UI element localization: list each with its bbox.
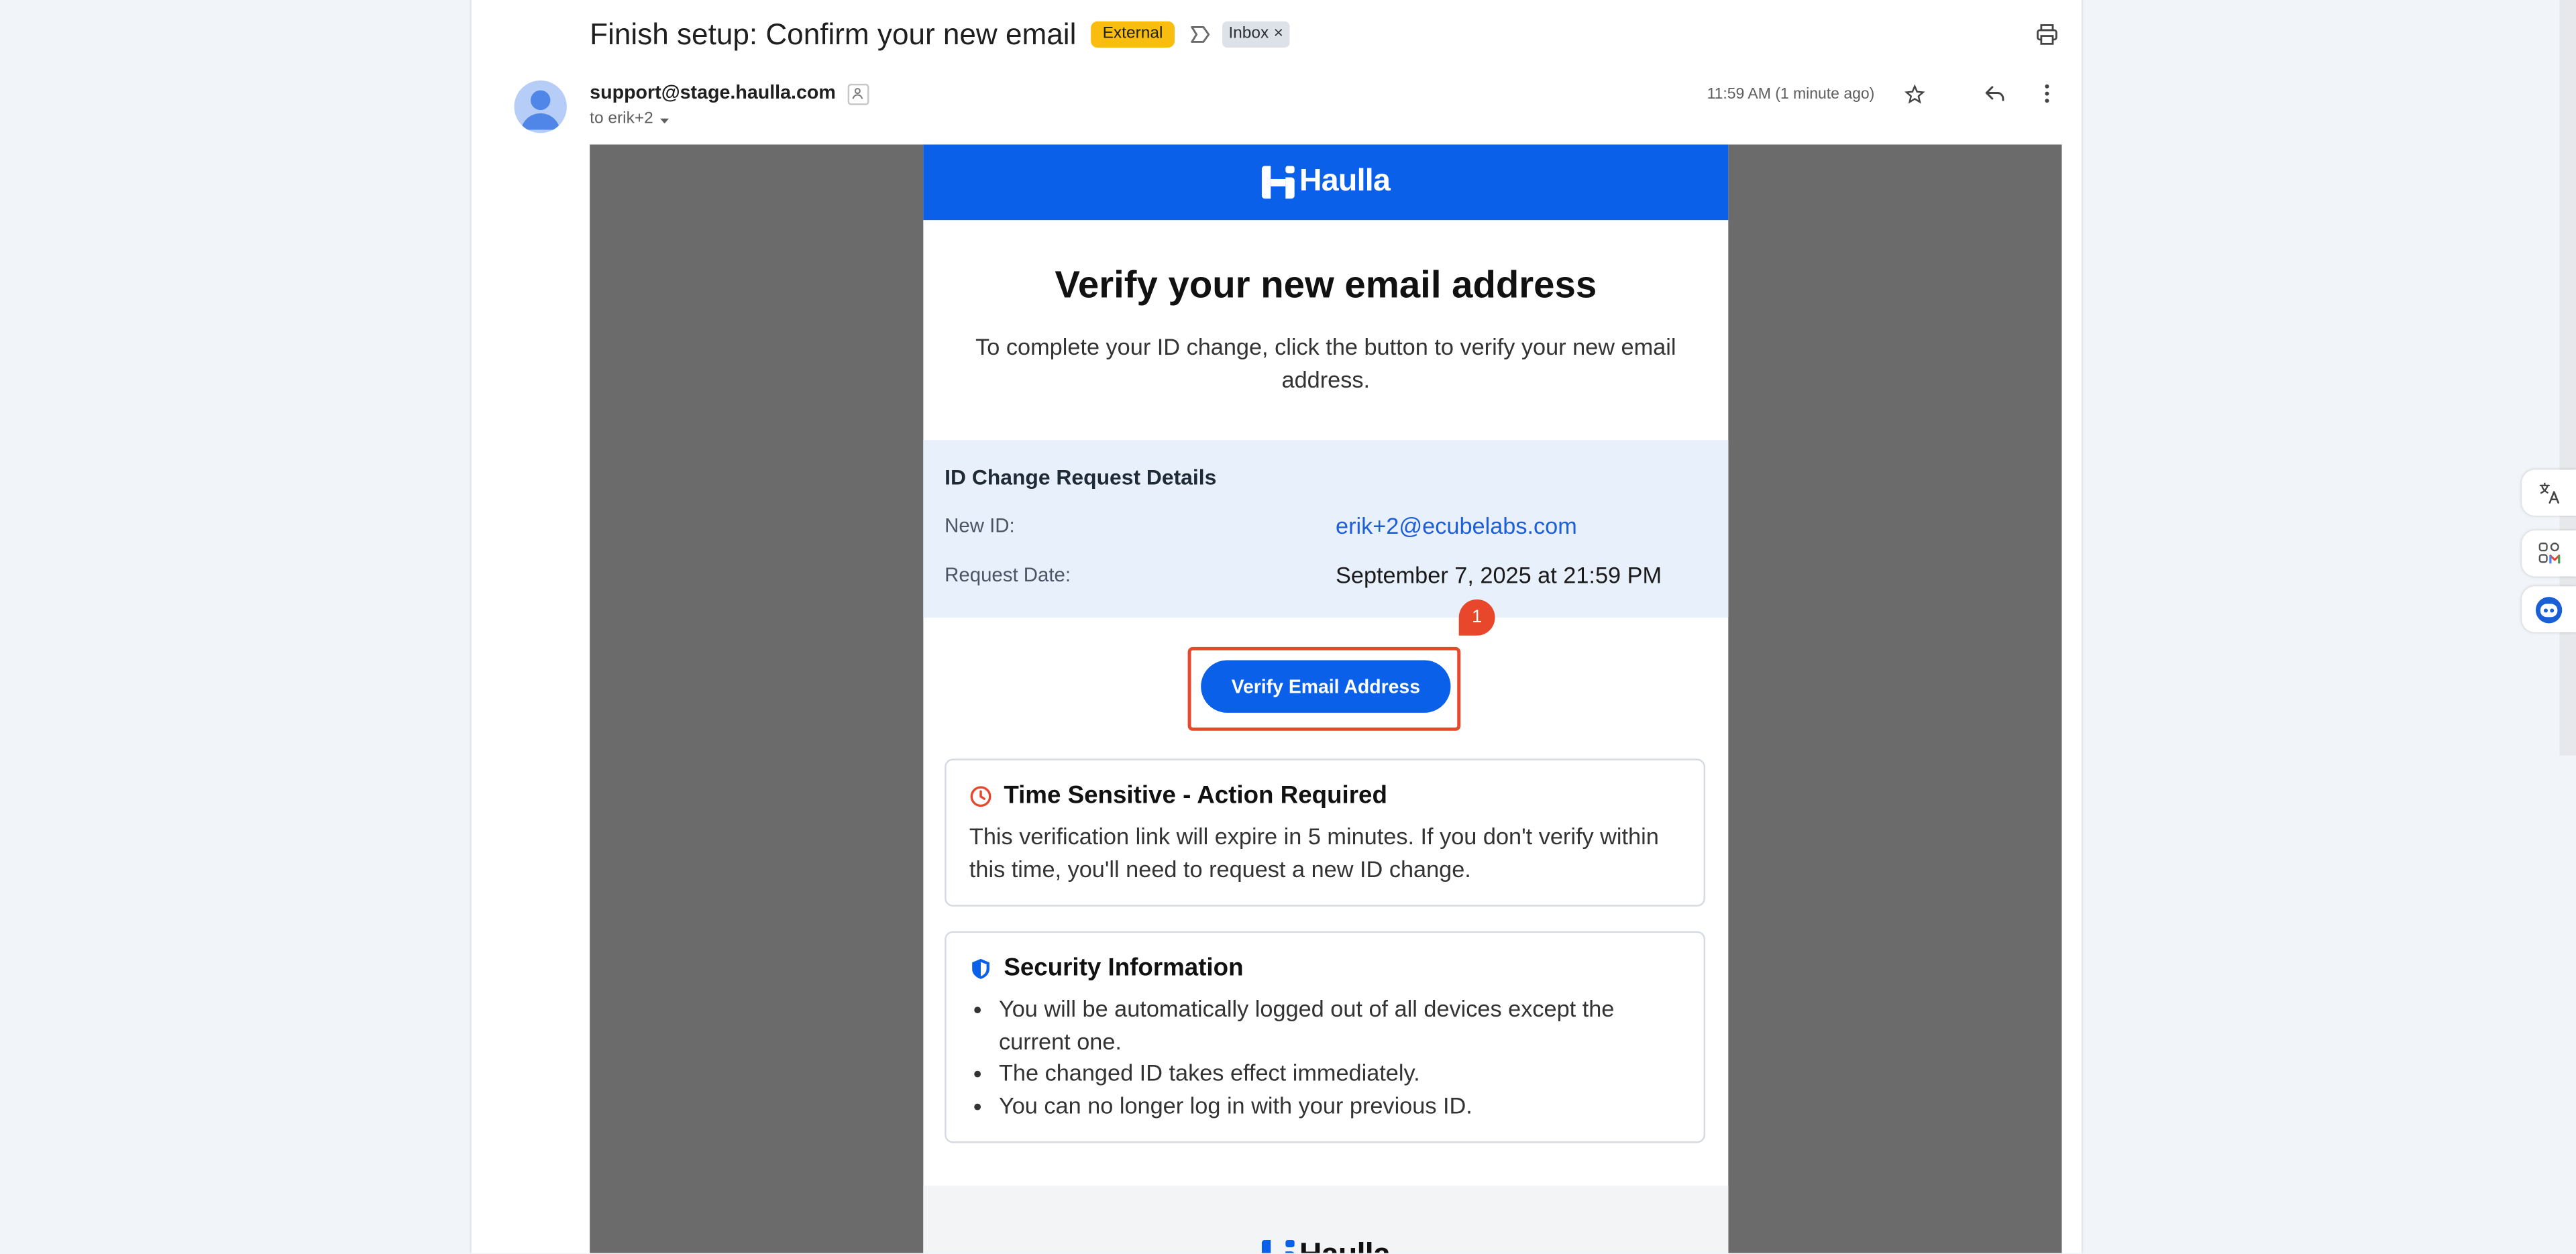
brand-logo: Haulla [1261, 164, 1391, 199]
email-header: Haulla [923, 144, 1729, 221]
remove-label-icon[interactable]: × [1274, 21, 1283, 48]
new-id-value[interactable]: erik+2@ecubelabs.com [1336, 509, 1577, 542]
security-list: You will be automatically logged out of … [969, 994, 1680, 1122]
list-item: You can no longer log in with your previ… [999, 1090, 1651, 1122]
inbox-label-chip: Inbox × [1222, 21, 1290, 48]
star-button[interactable] [1900, 80, 1927, 107]
request-date-label: Request Date: [945, 563, 1071, 587]
apps-icon [2538, 543, 2560, 564]
translate-button[interactable] [2522, 469, 2576, 516]
time-sensitive-title: Time Sensitive - Action Required [1004, 781, 1387, 810]
clock-icon [970, 786, 991, 807]
print-button[interactable] [2034, 21, 2060, 48]
sender-avatar[interactable] [514, 80, 567, 133]
apps-button[interactable] [2522, 530, 2576, 577]
time-sensitive-text: This verification link will expire in 5 … [969, 822, 1659, 881]
security-header: Security Information [969, 952, 1680, 985]
external-badge: External [1091, 21, 1175, 48]
request-date-value: September 7, 2025 at 21:59 PM [1336, 561, 1662, 588]
intro-section: Verify your new email address To complet… [923, 220, 1728, 440]
new-id-label: New ID: [945, 514, 1015, 537]
footer-brand-name: Haulla [1299, 1239, 1391, 1253]
email-subject: Finish setup: Confirm your new email [590, 17, 1077, 51]
more-options-button[interactable] [2034, 80, 2060, 107]
avatar-icon [521, 90, 561, 130]
list-item: You will be automatically logged out of … [999, 994, 1651, 1058]
detail-row-new-id: New ID: erik+2@ecubelabs.com [945, 509, 1707, 542]
message-time: 11:59 AM (1 minute ago) [1707, 83, 1875, 102]
details-title: ID Change Request Details [945, 465, 1217, 490]
translate-icon [2538, 482, 2559, 504]
annotation-marker: 1 [1458, 599, 1495, 636]
brand-name: Haulla [1299, 164, 1391, 199]
request-details: ID Change Request Details New ID: erik+2… [923, 440, 1729, 618]
gmail-message-view: Finish setup: Confirm your new email Ext… [0, 0, 2576, 1253]
recipient-text: to erik+2 [590, 110, 653, 129]
haulla-logo-icon [1261, 1239, 1295, 1253]
print-icon [2037, 24, 2057, 45]
assistant-button[interactable] [2522, 586, 2576, 632]
list-item: The changed ID takes effect immediately. [999, 1058, 1651, 1090]
star-icon [1903, 83, 1925, 103]
haulla-logo-icon [1261, 166, 1295, 199]
time-sensitive-box: Time Sensitive - Action Required This ve… [945, 758, 1706, 907]
security-title: Security Information [1004, 954, 1244, 982]
email-card: Haulla Verify your new email address To … [923, 144, 1729, 1253]
scrollbar-thumb[interactable] [2559, 0, 2576, 756]
security-info-box: Security Information You will be automat… [945, 931, 1706, 1143]
important-marker-icon[interactable] [1189, 25, 1211, 44]
assistant-icon [2535, 595, 2563, 623]
footer-logo: Haulla [1261, 1227, 1391, 1253]
email-footer: Haulla [923, 1186, 1729, 1253]
chevron-down-icon[interactable] [658, 114, 669, 125]
email-heading: Verify your new email address [1055, 262, 1597, 306]
sender-email[interactable]: support@stage.haulla.com [590, 82, 836, 105]
sender-info-icon[interactable] [847, 82, 869, 105]
time-sensitive-header: Time Sensitive - Action Required [969, 780, 1680, 813]
detail-row-request-date: Request Date: September 7, 2025 at 21:59… [945, 559, 1707, 591]
shield-icon [972, 958, 989, 979]
email-body-frame: Haulla Verify your new email address To … [590, 144, 2062, 1253]
intro-text: To complete your ID change, click the bu… [975, 333, 1676, 392]
inbox-label[interactable]: Inbox [1228, 21, 1269, 48]
reply-icon [1985, 86, 2004, 101]
recipient-row[interactable]: to erik+2 [590, 109, 669, 131]
more-vert-icon [2045, 84, 2049, 103]
sender-row: support@stage.haulla.com [590, 82, 869, 105]
reply-button[interactable] [1981, 80, 2007, 107]
verify-email-button[interactable]: Verify Email Address [1201, 660, 1451, 713]
subject-row: Finish setup: Confirm your new email Ext… [590, 16, 1290, 52]
